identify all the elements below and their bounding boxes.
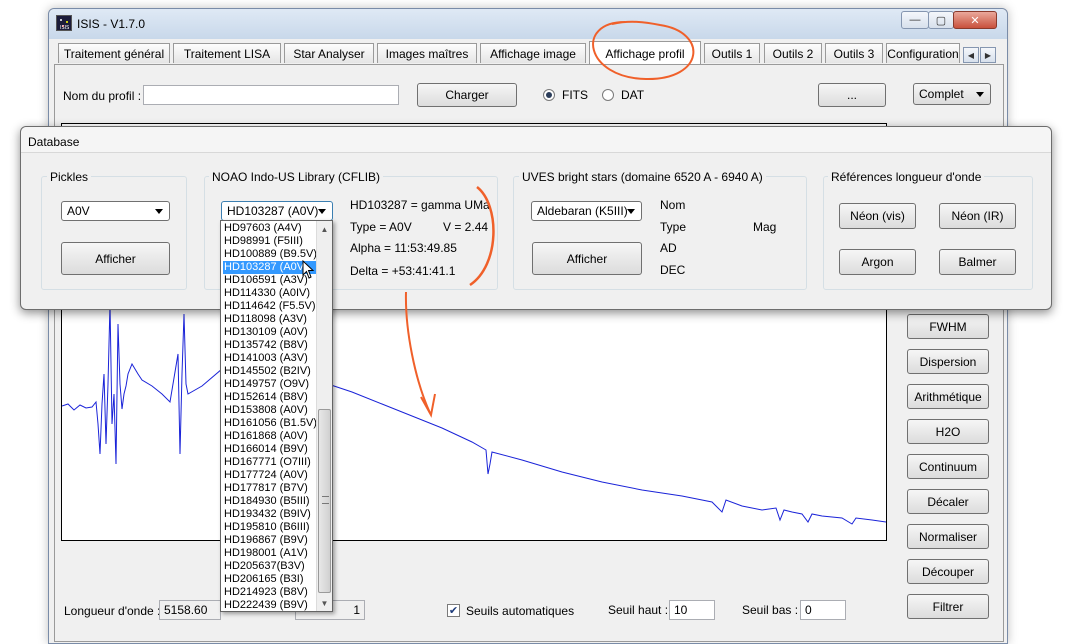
database-title: Database [28, 135, 80, 149]
pickles-group-title: Pickles [47, 170, 92, 184]
star-type: Type = A0V [350, 220, 412, 234]
dropdown-option[interactable]: HD149757 (O9V) [223, 378, 316, 391]
database-dialog: Database Pickles A0V Afficher NOAO Indo-… [20, 126, 1052, 310]
uves-select[interactable]: Aldebaran (K5III) [531, 201, 642, 221]
uves-ad-label: AD [660, 241, 677, 255]
mouse-cursor-icon [302, 260, 315, 279]
scroll-up-icon: ▲ [320, 224, 329, 234]
balmer-button[interactable]: Balmer [939, 249, 1016, 275]
dropdown-scrollbar[interactable]: ▲ ▼ [316, 221, 332, 611]
dropdown-option[interactable]: HD135742 (B8V) [223, 339, 316, 352]
neon-vis-button[interactable]: Néon (vis) [839, 203, 916, 229]
references-group-title: Références longueur d'onde [828, 170, 985, 184]
dropdown-option[interactable]: HD177817 (B7V) [223, 482, 316, 495]
chevron-down-icon [627, 209, 635, 214]
dropdown-option[interactable]: HD184930 (B5III) [223, 495, 316, 508]
dropdown-option[interactable]: HD195810 (B6III) [223, 521, 316, 534]
uves-mag-label: Mag [753, 220, 777, 234]
neon-ir-button[interactable]: Néon (IR) [939, 203, 1016, 229]
uves-group-title: UVES bright stars (domaine 6520 A - 6940… [519, 170, 766, 184]
dropdown-option[interactable]: HD196867 (B9V) [223, 534, 316, 547]
dropdown-option[interactable]: HD114330 (A0IV) [223, 287, 316, 300]
dropdown-option[interactable]: HD153808 (A0V) [223, 404, 316, 417]
dropdown-option[interactable]: HD161056 (B1.5V) [223, 417, 317, 430]
noao-selected-value: HD103287 (A0V) [227, 204, 319, 218]
dropdown-option[interactable]: HD206165 (B3I) [223, 573, 316, 586]
dropdown-option[interactable]: HD198001 (A1V) [223, 547, 316, 560]
star-magnitude: V = 2.44 [443, 220, 489, 234]
scroll-down-button[interactable]: ▼ [317, 595, 332, 611]
pickles-select[interactable]: A0V [61, 201, 170, 221]
noao-dropdown-list[interactable]: HD97603 (A4V) HD98991 (F5III) HD100889 (B9… [220, 220, 333, 612]
dropdown-option[interactable]: HD161868 (A0V) [223, 430, 316, 443]
chevron-down-icon [155, 209, 163, 214]
chevron-down-icon [318, 209, 326, 214]
scroll-up-button[interactable]: ▲ [317, 221, 332, 237]
dropdown-option[interactable]: HD114642 (F5.5V) [223, 300, 316, 313]
uves-type-label: Type [660, 220, 687, 234]
noao-select[interactable]: HD103287 (A0V) [221, 201, 333, 221]
annotation-overlay [592, 20, 695, 81]
argon-button[interactable]: Argon [839, 249, 916, 275]
dropdown-option[interactable]: HD118098 (A3V) [223, 313, 316, 326]
star-alpha: Alpha = 11:53:49.85 [350, 241, 457, 255]
scroll-thumb[interactable] [318, 409, 331, 593]
dropdown-option[interactable]: HD98991 (F5III) [223, 235, 316, 248]
pickles-selected-value: A0V [67, 204, 90, 218]
dropdown-option[interactable]: HD152614 (B8V) [223, 391, 316, 404]
star-delta: Delta = +53:41:41.1 [350, 264, 456, 278]
dropdown-option[interactable]: HD193432 (B9IV) [223, 508, 316, 521]
dropdown-option[interactable]: HD177724 (A0V) [223, 469, 316, 482]
star-name: HD103287 = gamma UMa [350, 198, 490, 212]
uves-selected-value: Aldebaran (K5III) [537, 204, 628, 218]
uves-dec-label: DEC [660, 263, 686, 277]
database-titlebar [21, 127, 1051, 153]
uves-show-button[interactable]: Afficher [532, 242, 642, 275]
dropdown-option[interactable]: HD205637(B3V) [223, 560, 316, 573]
dropdown-option[interactable]: HD167771 (O7III) [223, 456, 316, 469]
uves-nom-label: Nom [660, 198, 686, 212]
dropdown-option[interactable]: HD141003 (A3V) [223, 352, 316, 365]
grip-icon [322, 496, 329, 504]
annotation-circle-tab [592, 20, 695, 81]
dropdown-option[interactable]: HD222439 (B9V) [223, 599, 316, 611]
dropdown-option[interactable]: HD166014 (B9V) [223, 443, 316, 456]
dropdown-option[interactable]: HD97603 (A4V) [223, 222, 316, 235]
noao-group-title: NOAO Indo-US Library (CFLIB) [209, 170, 384, 184]
dropdown-option[interactable]: HD145502 (B2IV) [223, 365, 316, 378]
pickles-show-button[interactable]: Afficher [61, 242, 170, 275]
scroll-down-icon: ▼ [320, 598, 329, 608]
dropdown-option[interactable]: HD130109 (A0V) [223, 326, 316, 339]
dropdown-option[interactable]: HD214923 (B8V) [223, 586, 316, 599]
